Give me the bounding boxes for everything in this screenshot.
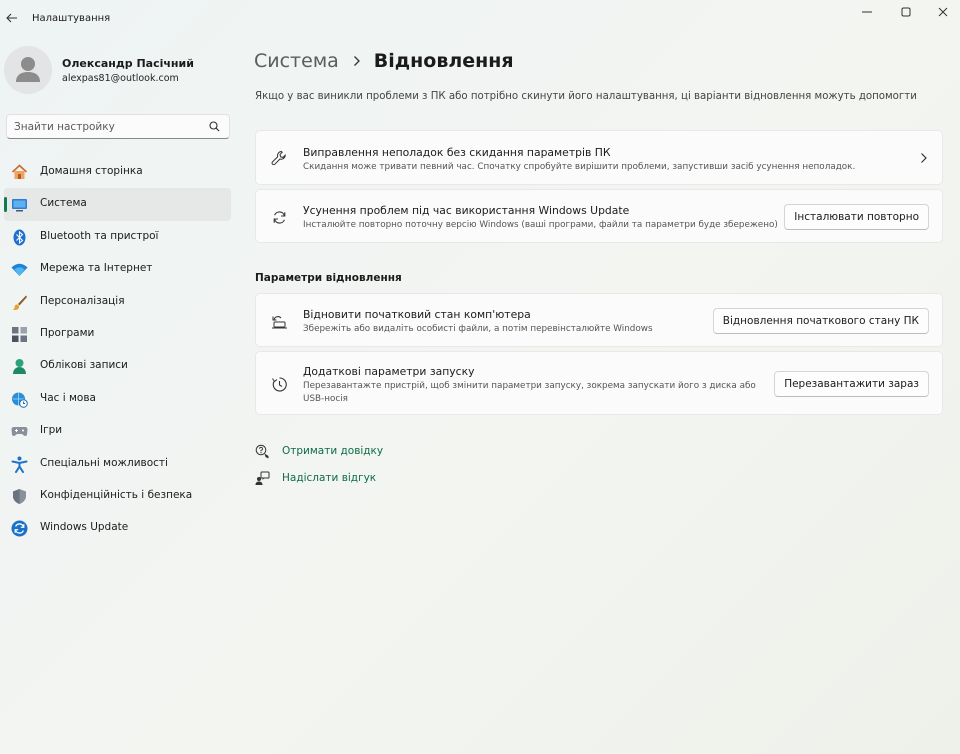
sidebar-item-label: Час і мова xyxy=(40,391,96,404)
get-help-link[interactable]: Отримати довідку xyxy=(254,442,383,460)
user-email: alexpas81@outlook.com xyxy=(62,73,179,84)
sidebar-item-time-language[interactable]: Час і мова xyxy=(4,383,231,415)
sidebar-item-label: Спеціальні можливості xyxy=(40,456,168,469)
sidebar-item-windows-update[interactable]: Windows Update xyxy=(4,512,231,544)
send-feedback-label: Надіслати відгук xyxy=(282,472,377,484)
minimize-icon xyxy=(862,11,872,13)
card-title: Відновити початковий стан комп'ютера xyxy=(303,308,531,321)
card-description: Перезавантажте пристрій, щоб змінити пар… xyxy=(303,381,756,404)
sidebar-item-home[interactable]: Домашня сторінка xyxy=(4,156,231,188)
person-icon xyxy=(11,358,28,375)
minimize-button[interactable] xyxy=(848,0,886,24)
sidebar-nav: Домашня сторінка Система Bluetooth та пр… xyxy=(4,156,231,545)
feedback-icon xyxy=(254,470,270,486)
person-avatar-icon xyxy=(16,57,40,82)
search-icon xyxy=(209,121,220,132)
intro-text: Якщо у вас виникли проблеми з ПК або пот… xyxy=(255,91,917,102)
sidebar-item-label: Конфіденційність і безпека xyxy=(40,488,193,501)
sidebar-item-network[interactable]: Мережа та Інтернет xyxy=(4,253,231,285)
breadcrumb: Система Відновлення xyxy=(254,47,514,75)
send-feedback-link[interactable]: Надіслати відгук xyxy=(254,469,376,487)
maximize-button[interactable] xyxy=(887,0,925,24)
section-title: Параметри відновлення xyxy=(255,272,402,284)
close-button[interactable] xyxy=(924,0,960,24)
fix-problems-card[interactable]: Виправлення неполадок без скидання парам… xyxy=(255,130,943,185)
breadcrumb-parent[interactable]: Система xyxy=(254,50,339,72)
reset-pc-icon xyxy=(270,312,288,330)
avatar xyxy=(4,46,52,94)
sidebar-item-apps[interactable]: Програми xyxy=(4,318,231,350)
close-icon xyxy=(938,7,948,17)
sidebar-item-privacy[interactable]: Конфіденційність і безпека xyxy=(4,480,231,512)
title-bar: Налаштування xyxy=(0,0,960,38)
help-chat-icon xyxy=(254,443,270,459)
sidebar-item-label: Ігри xyxy=(40,424,63,437)
accessibility-icon xyxy=(11,456,28,473)
apps-icon xyxy=(11,326,28,343)
windows-update-fix-card: Усунення проблем під час використання Wi… xyxy=(255,189,943,243)
sidebar-item-bluetooth[interactable]: Bluetooth та пристрої xyxy=(4,221,231,253)
sidebar-item-label: Персоналізація xyxy=(40,294,125,307)
shield-icon xyxy=(11,488,28,505)
get-help-label: Отримати довідку xyxy=(282,445,384,457)
sidebar-item-label: Програми xyxy=(40,326,95,339)
user-profile[interactable]: Олександр Пасічний alexpas81@outlook.com xyxy=(4,46,234,94)
startup-clock-icon xyxy=(270,375,288,393)
card-description: Інсталюйте повторно поточну версію Windo… xyxy=(303,220,778,230)
globe-clock-icon xyxy=(11,391,28,408)
sidebar-item-gaming[interactable]: Ігри xyxy=(4,415,231,447)
reinstall-button[interactable]: Інсталювати повторно xyxy=(784,204,929,230)
chevron-right-icon xyxy=(921,153,927,163)
sidebar-item-label: Система xyxy=(40,197,87,210)
sidebar-item-accessibility[interactable]: Спеціальні можливості xyxy=(4,448,231,480)
sidebar-item-label: Bluetooth та пристрої xyxy=(40,229,159,242)
sidebar-item-label: Домашня сторінка xyxy=(40,165,143,177)
user-name: Олександр Пасічний xyxy=(62,57,194,70)
sidebar-item-system[interactable]: Система xyxy=(4,188,231,221)
app-title: Налаштування xyxy=(32,13,111,24)
wrench-icon xyxy=(270,149,288,167)
advanced-startup-card: Додаткові параметри запуску Перезавантаж… xyxy=(255,351,943,415)
sidebar-item-label: Windows Update xyxy=(40,521,129,534)
page-title: Відновлення xyxy=(373,50,514,72)
sidebar-item-label: Облікові записи xyxy=(40,359,128,372)
sidebar-item-label: Мережа та Інтернет xyxy=(40,262,153,275)
wifi-icon xyxy=(11,261,28,278)
restart-now-button[interactable]: Перезавантажити зараз xyxy=(774,371,929,397)
refresh-icon xyxy=(270,208,288,226)
maximize-icon xyxy=(901,7,911,17)
card-title: Додаткові параметри запуску xyxy=(303,365,475,378)
active-indicator xyxy=(4,197,7,213)
update-icon xyxy=(11,520,28,537)
card-description: Збережіть або видаліть особисті файли, а… xyxy=(303,324,653,334)
back-button[interactable] xyxy=(0,4,24,32)
search-input[interactable] xyxy=(7,115,203,138)
sidebar-item-accounts[interactable]: Облікові записи xyxy=(4,350,231,382)
reset-pc-button[interactable]: Відновлення початкового стану ПК xyxy=(712,308,929,334)
card-title: Виправлення неполадок без скидання парам… xyxy=(303,146,611,159)
card-title: Усунення проблем під час використання Wi… xyxy=(303,204,630,217)
monitor-icon xyxy=(11,196,28,213)
brush-icon xyxy=(11,294,28,311)
home-icon xyxy=(11,164,28,181)
reset-pc-card: Відновити початковий стан комп'ютера Збе… xyxy=(255,293,943,347)
breadcrumb-separator-icon xyxy=(353,52,361,71)
search-box[interactable] xyxy=(6,114,230,139)
bluetooth-icon xyxy=(11,229,28,246)
card-description: Скидання може тривати певний час. Спочат… xyxy=(303,162,856,172)
sidebar-item-personalization[interactable]: Персоналізація xyxy=(4,286,231,318)
back-arrow-icon xyxy=(6,13,17,23)
gamepad-icon xyxy=(11,423,28,440)
